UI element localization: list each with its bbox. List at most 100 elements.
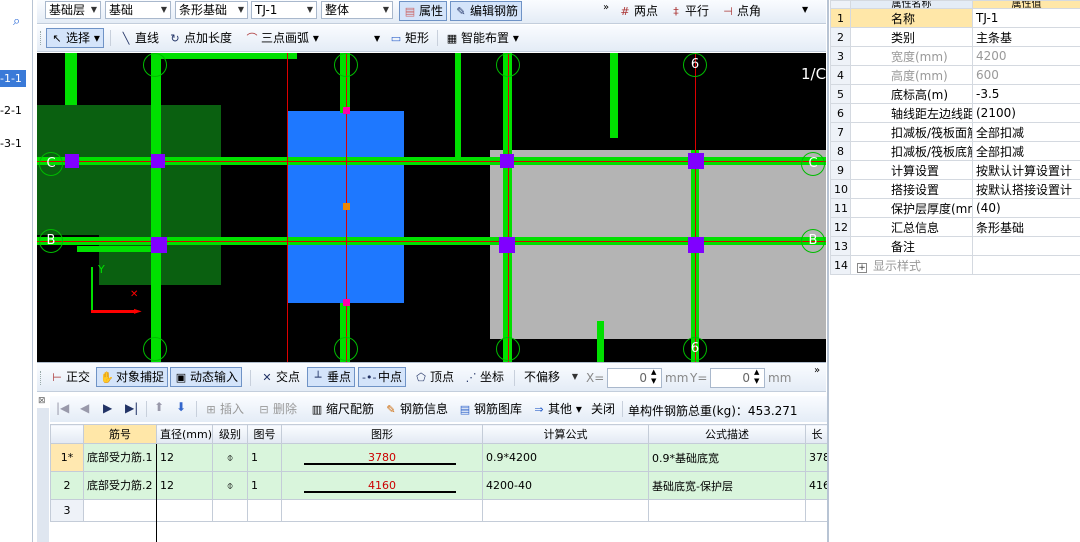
property-value[interactable] — [972, 255, 1080, 275]
beam[interactable] — [65, 53, 77, 105]
scope-dropdown[interactable]: 整体 ▼ — [321, 1, 393, 19]
more-icon[interactable]: » — [603, 2, 609, 13]
cell-grade[interactable] — [212, 499, 248, 522]
more-icon[interactable]: » — [814, 365, 820, 376]
grip-point[interactable] — [343, 203, 350, 210]
close-button[interactable]: 关闭 — [587, 399, 619, 419]
column-marker[interactable] — [65, 154, 79, 168]
component-type-dropdown[interactable]: 条形基础 ▼ — [175, 1, 248, 19]
property-row[interactable]: 6轴线距左边线距离(2100) — [830, 103, 1080, 123]
rebar-editor-close-icon[interactable]: ⊠ — [38, 396, 46, 406]
beam[interactable] — [610, 53, 618, 138]
dropdown-arrow-icon[interactable]: ▼ — [802, 5, 808, 14]
column-header[interactable]: 公式描述 — [648, 424, 806, 444]
property-row[interactable]: 14 + 显示样式 — [830, 255, 1080, 275]
cell-name[interactable]: 底部受力筋.2 — [83, 471, 157, 500]
column-marker[interactable] — [151, 237, 167, 253]
category-dropdown[interactable]: 基础 ▼ — [105, 1, 171, 19]
table-row[interactable]: 1* 底部受力筋.1 12 ⌽ 1 3780 0.9*4200 0.9*基础底宽… — [50, 443, 829, 472]
cell-formula[interactable] — [482, 499, 649, 522]
rectangle-button[interactable]: ▭ 矩形 — [385, 28, 433, 48]
table-row[interactable]: 2 底部受力筋.2 12 ⌽ 1 4160 4200-40 基础底宽-保护层 4… — [50, 471, 829, 500]
column-header[interactable]: 图形 — [281, 424, 483, 444]
cell-shape[interactable]: 3780 — [281, 443, 483, 472]
property-value[interactable]: (40) — [972, 198, 1080, 218]
beam[interactable] — [597, 321, 604, 362]
property-value[interactable]: 条形基础 — [972, 217, 1080, 237]
last-icon[interactable]: ▶| — [125, 401, 138, 415]
move-up-icon[interactable]: ⬆ — [154, 400, 164, 414]
floor-dropdown[interactable]: 基础层 ▼ — [45, 1, 101, 19]
rebar-info-button[interactable]: ✎ 钢筋信息 — [380, 399, 452, 419]
column-header[interactable]: 长 — [805, 424, 829, 444]
row-number[interactable]: 1* — [50, 443, 84, 472]
cell-desc[interactable]: 0.9*基础底宽 — [648, 443, 806, 472]
drawing-canvas[interactable]: 6 6 C C B B 1/C Y ► ✕ — [37, 53, 826, 362]
offset-dropdown[interactable]: 不偏移 ▼ — [520, 368, 582, 386]
perpendicular-button[interactable]: ┴ 垂点 — [307, 367, 356, 387]
cell-fig[interactable]: 1 — [247, 471, 282, 500]
property-row[interactable]: 10 搭接设置 按默认搭接设置计 — [830, 179, 1080, 199]
column-header[interactable]: 级别 — [212, 424, 248, 444]
intersection-button[interactable]: ✕ 交点 — [256, 367, 304, 387]
property-value[interactable]: 按默认计算设置计 — [972, 160, 1080, 180]
object-snap-button[interactable]: ✋ 对象捕捉 — [96, 367, 169, 387]
insert-button[interactable]: ⊞ 插入 — [200, 399, 248, 419]
column-marker[interactable] — [151, 154, 165, 168]
expand-icon[interactable]: + — [857, 262, 867, 273]
property-value[interactable]: -3.5 — [972, 84, 1080, 104]
property-value[interactable]: 按默认搭接设置计 — [972, 179, 1080, 199]
column-header[interactable]: 图号 — [247, 424, 282, 444]
grip-point[interactable] — [343, 299, 350, 306]
cell-formula[interactable]: 0.9*4200 — [482, 443, 649, 472]
property-row[interactable]: 9 计算设置 按默认计算设置计 — [830, 160, 1080, 180]
cell-shape[interactable] — [281, 499, 483, 522]
column-marker[interactable] — [499, 237, 515, 253]
property-row[interactable]: 5 底标高(m) -3.5 — [830, 84, 1080, 104]
property-value[interactable]: 4200 — [972, 46, 1080, 66]
cell-grade[interactable]: ⌽ — [212, 443, 248, 472]
beam[interactable] — [157, 53, 297, 59]
component-dropdown[interactable]: TJ-1 ▼ — [251, 1, 317, 19]
beam[interactable] — [151, 53, 161, 362]
select-button[interactable]: ↖ 选择 ▾ — [46, 28, 104, 48]
property-value[interactable] — [972, 236, 1080, 256]
column-marker[interactable] — [500, 154, 514, 168]
property-value[interactable]: TJ-1 — [972, 8, 1080, 28]
x-spinner-icon[interactable]: ▲ ▼ — [651, 368, 656, 386]
property-value[interactable]: 600 — [972, 65, 1080, 85]
beam[interactable] — [455, 53, 461, 163]
vertex-button[interactable]: ⬠ 顶点 — [410, 367, 458, 387]
cell-shape[interactable]: 4160 — [281, 471, 483, 500]
property-row[interactable]: 13 备注 — [830, 236, 1080, 256]
coordinate-button[interactable]: ⋰ 坐标 — [460, 367, 508, 387]
row-number[interactable]: 2 — [50, 471, 84, 500]
cell-dia[interactable]: 12 — [156, 443, 213, 472]
point-angle-button[interactable]: ⊣ 点角 — [717, 1, 765, 21]
property-row[interactable]: 12 汇总信息 条形基础 — [830, 217, 1080, 237]
cell-dia[interactable]: 12 — [156, 471, 213, 500]
grip-point[interactable] — [343, 107, 350, 114]
property-row[interactable]: 2 类别 主条基 — [830, 27, 1080, 47]
column-marker[interactable] — [688, 153, 704, 169]
smart-layout-button[interactable]: ▦ 智能布置 ▾ — [441, 28, 523, 48]
delete-button[interactable]: ⊟ 删除 — [253, 399, 301, 419]
two-point-button[interactable]: # 两点 — [614, 1, 662, 21]
midpoint-button[interactable]: -•- 中点 — [358, 367, 407, 387]
prev-icon[interactable]: ◀ — [80, 401, 89, 415]
cell-length[interactable]: 416 — [805, 471, 829, 500]
beam[interactable] — [77, 246, 152, 252]
cell-grade[interactable]: ⌽ — [212, 471, 248, 500]
property-value[interactable]: (2100) — [972, 103, 1080, 123]
line-button[interactable]: ╲ 直线 — [115, 28, 163, 48]
cell-desc[interactable]: 基础底宽-保护层 — [648, 471, 806, 500]
rebar-library-button[interactable]: ▤ 钢筋图库 — [454, 399, 526, 419]
property-row[interactable]: 3 宽度(mm) 4200 — [830, 46, 1080, 66]
first-icon[interactable]: |◀ — [56, 401, 69, 415]
property-row[interactable]: 4 高度(mm) 600 — [830, 65, 1080, 85]
property-row[interactable]: 1 名称 TJ-1 — [830, 8, 1080, 28]
dynamic-input-button[interactable]: ▣ 动态输入 — [170, 367, 243, 387]
property-row[interactable]: 7 扣减板/筏板面筋 全部扣减 — [830, 122, 1080, 142]
cell-length[interactable]: 378 — [805, 443, 829, 472]
next-icon[interactable]: ▶ — [103, 401, 112, 415]
